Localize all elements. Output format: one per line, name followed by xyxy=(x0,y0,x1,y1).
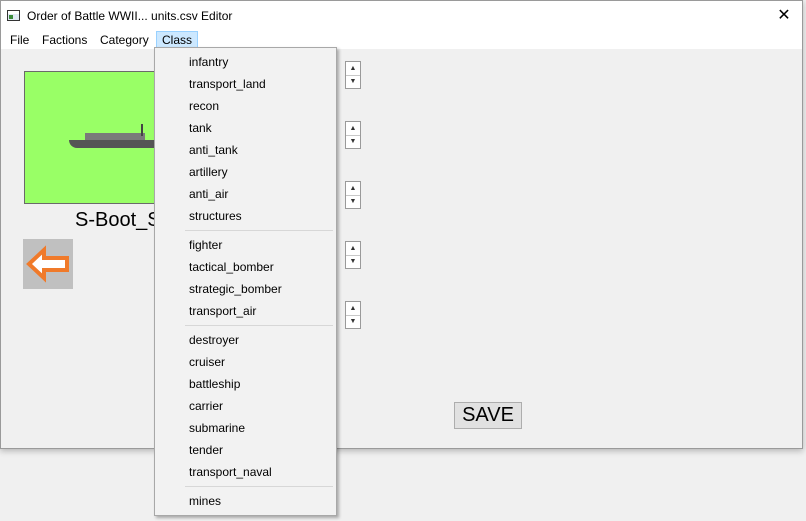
left-arrow-icon xyxy=(26,245,69,283)
spin-down-icon[interactable]: ▼ xyxy=(346,135,360,148)
spinner-2[interactable]: ▲ ▼ xyxy=(345,121,361,149)
menu-file[interactable]: File xyxy=(5,31,34,49)
class-menu-item[interactable]: recon xyxy=(189,96,219,116)
class-menu-item[interactable]: battleship xyxy=(189,374,240,394)
spinner-4[interactable]: ▲ ▼ xyxy=(345,241,361,269)
class-menu-item[interactable]: mines xyxy=(189,491,221,511)
boat-mast xyxy=(141,124,143,136)
menu-category[interactable]: Category xyxy=(95,31,154,49)
class-menu-item[interactable]: tender xyxy=(189,440,223,460)
class-menu-item[interactable]: infantry xyxy=(189,52,228,72)
class-menu-item[interactable]: transport_land xyxy=(189,74,266,94)
class-menu-item[interactable]: strategic_bomber xyxy=(189,279,282,299)
class-menu-item[interactable]: cruiser xyxy=(189,352,225,372)
class-menu-item[interactable]: structures xyxy=(189,206,242,226)
spin-down-icon[interactable]: ▼ xyxy=(346,75,360,88)
class-menu-item[interactable]: destroyer xyxy=(189,330,239,350)
save-button[interactable]: SAVE xyxy=(454,402,522,429)
class-menu-item[interactable]: artillery xyxy=(189,162,228,182)
spin-down-icon[interactable]: ▼ xyxy=(346,315,360,328)
spinner-3[interactable]: ▲ ▼ xyxy=(345,181,361,209)
spin-down-icon[interactable]: ▼ xyxy=(346,255,360,268)
spin-up-icon[interactable]: ▲ xyxy=(346,242,360,256)
spinner-1[interactable]: ▲ ▼ xyxy=(345,61,361,89)
spin-up-icon[interactable]: ▲ xyxy=(346,62,360,76)
window-app-icon xyxy=(7,10,20,21)
menu-factions[interactable]: Factions xyxy=(37,31,92,49)
unit-image xyxy=(24,71,164,204)
class-dropdown-menu: infantry transport_land recon tank anti_… xyxy=(154,47,337,516)
boat-hull xyxy=(69,140,163,148)
menu-bar: File Factions Category Class xyxy=(1,31,802,49)
spin-up-icon[interactable]: ▲ xyxy=(346,302,360,316)
back-button[interactable] xyxy=(23,239,73,289)
window-title: Order of Battle WWII... units.csv Editor xyxy=(27,9,233,23)
unit-name: S-Boot_S xyxy=(75,209,161,231)
menu-separator xyxy=(185,230,333,231)
class-menu-item[interactable]: anti_tank xyxy=(189,140,238,160)
spinner-5[interactable]: ▲ ▼ xyxy=(345,301,361,329)
editor-window: Order of Battle WWII... units.csv Editor… xyxy=(0,0,803,449)
title-bar: Order of Battle WWII... units.csv Editor… xyxy=(1,1,802,31)
menu-separator xyxy=(185,325,333,326)
class-menu-item[interactable]: anti_air xyxy=(189,184,228,204)
class-menu-item[interactable]: transport_air xyxy=(189,301,256,321)
class-menu-item[interactable]: fighter xyxy=(189,235,222,255)
menu-separator xyxy=(185,486,333,487)
class-menu-item[interactable]: transport_naval xyxy=(189,462,272,482)
class-menu-item[interactable]: submarine xyxy=(189,418,245,438)
class-menu-item[interactable]: carrier xyxy=(189,396,223,416)
spin-down-icon[interactable]: ▼ xyxy=(346,195,360,208)
spin-up-icon[interactable]: ▲ xyxy=(346,122,360,136)
close-icon[interactable]: ✕ xyxy=(768,1,800,31)
class-menu-item[interactable]: tactical_bomber xyxy=(189,257,274,277)
class-menu-item[interactable]: tank xyxy=(189,118,212,138)
spin-up-icon[interactable]: ▲ xyxy=(346,182,360,196)
